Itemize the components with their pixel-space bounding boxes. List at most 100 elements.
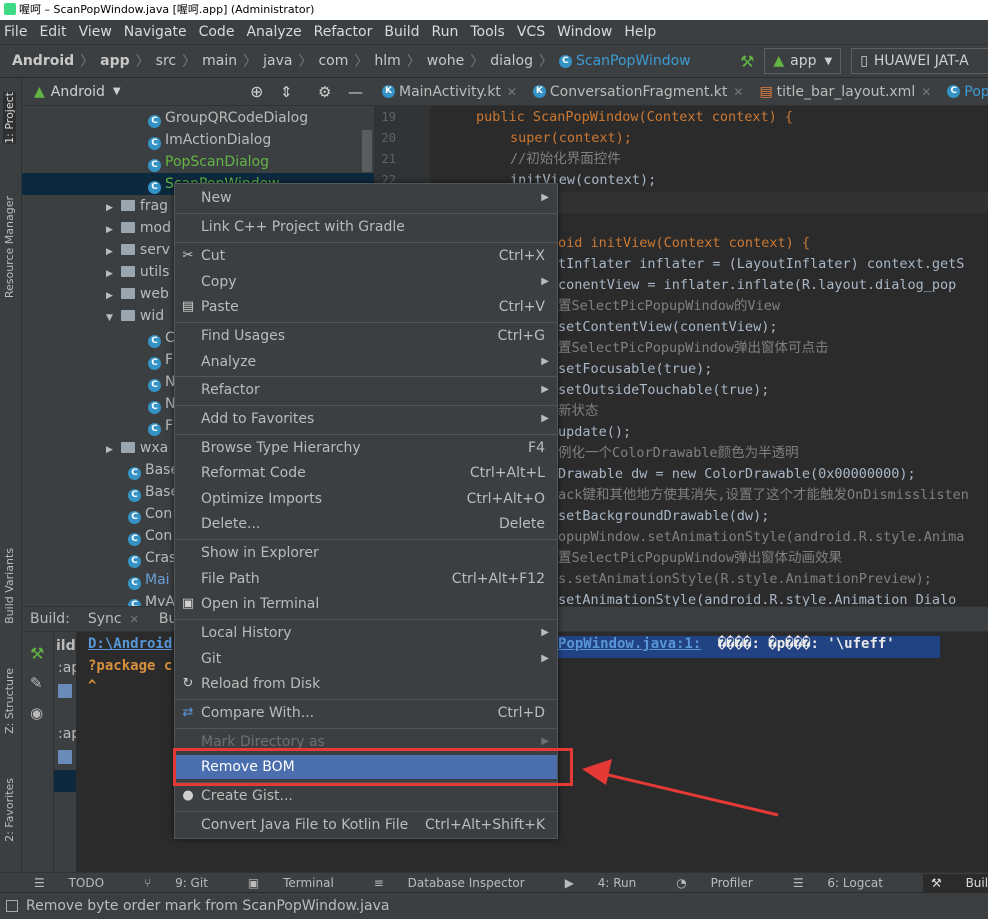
menu-item-optimize-imports[interactable]: Optimize Imports Ctrl+Alt+O xyxy=(175,487,557,511)
menu-item-delete[interactable]: Delete... Delete xyxy=(175,512,557,536)
menu-item-paste[interactable]: ▤ Paste Ctrl+V xyxy=(175,295,557,319)
tool-profiler[interactable]: ◔ Profiler xyxy=(676,876,773,890)
expand-arrow-icon[interactable]: ▶ xyxy=(106,269,113,279)
menu-item-find-usages[interactable]: Find Usages Ctrl+G xyxy=(175,324,557,348)
tree-item[interactable]: C ImActionDialog xyxy=(22,129,374,151)
gear-icon[interactable]: ⚙ xyxy=(318,83,331,101)
folder-icon xyxy=(120,266,135,277)
menu-window[interactable]: Window xyxy=(557,24,612,40)
collapse-icon[interactable]: ⇕ xyxy=(280,83,293,101)
menu-build[interactable]: Build xyxy=(384,24,419,40)
menu-item-add-to-favorites[interactable]: Add to Favorites ▶ xyxy=(175,407,557,431)
menu-item-new[interactable]: New ▶ xyxy=(175,186,557,210)
breadcrumb-item[interactable]: app xyxy=(100,53,130,69)
eye-icon[interactable]: ◉ xyxy=(30,704,43,722)
project-view-select[interactable]: Android xyxy=(51,84,105,100)
hammer-icon: ⚒ xyxy=(930,875,946,890)
tab-conversationfragment[interactable]: K ConversationFragment.kt ✕ xyxy=(525,84,752,100)
menu-code[interactable]: Code xyxy=(199,24,235,40)
expand-arrow-icon[interactable]: ▶ xyxy=(106,445,113,455)
output-path-link[interactable]: D:\Android xyxy=(88,636,172,652)
menu-analyze[interactable]: Analyze xyxy=(246,24,301,40)
menu-item-cut[interactable]: ✂ Cut Ctrl+X xyxy=(175,244,557,268)
menu-tools[interactable]: Tools xyxy=(470,24,505,40)
menu-vcs[interactable]: VCS xyxy=(517,24,545,40)
expand-arrow-icon[interactable]: ▶ xyxy=(106,247,113,257)
tree-item[interactable]: C GroupQRCodeDialog xyxy=(22,107,374,129)
expand-arrow-icon[interactable]: ▶ xyxy=(106,203,113,213)
hammer-icon[interactable]: ⚒ xyxy=(740,52,754,71)
device-select[interactable]: ▯ HUAWEI JAT-A xyxy=(851,48,988,74)
breadcrumb-item[interactable]: ScanPopWindow xyxy=(576,53,691,69)
output-error-link[interactable]: PopWindow.java:1: xyxy=(558,636,701,652)
menu-item-show-in-explorer[interactable]: Show in Explorer xyxy=(175,541,557,565)
window-title: 喔呵 – ScanPopWindow.java [喔呵.app] (Admini… xyxy=(19,3,315,16)
menu-edit[interactable]: Edit xyxy=(39,24,66,40)
scrollbar-thumb[interactable] xyxy=(362,130,372,172)
breadcrumb-item[interactable]: com xyxy=(318,53,348,69)
tab-scanpopwindow[interactable]: C Pop xyxy=(939,84,988,100)
tool-terminal[interactable]: ▣ Terminal xyxy=(248,876,354,890)
menu-item-refactor[interactable]: Refactor ▶ xyxy=(175,378,557,402)
menu-navigate[interactable]: Navigate xyxy=(124,24,187,40)
minimize-icon[interactable]: — xyxy=(348,83,363,101)
breadcrumb-item[interactable]: main xyxy=(202,53,237,69)
expand-arrow-icon[interactable]: ▶ xyxy=(106,225,113,235)
close-icon[interactable]: ✕ xyxy=(130,613,139,626)
menu-item-browse-type-hierarchy[interactable]: Browse Type Hierarchy F4 xyxy=(175,436,557,460)
tool-window-resource-manager[interactable]: Resource Manager xyxy=(3,196,16,298)
tool-git[interactable]: ⑂ 9: Git xyxy=(144,876,228,890)
expand-arrow-icon[interactable]: ▶ xyxy=(106,291,113,301)
locate-icon[interactable]: ⊕ xyxy=(250,82,263,101)
menu-item-local-history[interactable]: Local History ▶ xyxy=(175,621,557,645)
folder-icon xyxy=(120,244,135,255)
tool-window-build-variants[interactable]: Build Variants xyxy=(3,548,16,624)
menu-item-compare-with[interactable]: ⇄ Compare With... Ctrl+D xyxy=(175,701,557,725)
breadcrumb-item[interactable]: src xyxy=(156,53,176,69)
build-tree-item[interactable]: ild xyxy=(56,638,76,654)
menu-item-create-gist[interactable]: ● Create Gist... xyxy=(175,784,557,808)
tab-title-bar-layout[interactable]: ▤ title_bar_layout.xml ✕ xyxy=(751,84,939,100)
breadcrumb-item[interactable]: hlm xyxy=(374,53,400,69)
breadcrumb-item[interactable]: dialog xyxy=(490,53,533,69)
tab-mainactivity[interactable]: K MainActivity.kt ✕ xyxy=(374,84,525,100)
collapse-arrow-icon[interactable]: ▼ xyxy=(106,313,113,323)
close-icon[interactable]: ✕ xyxy=(921,85,931,99)
tool-window-favorites[interactable]: 2: Favorites xyxy=(3,778,16,842)
menu-item-copy[interactable]: Copy ▶ xyxy=(175,270,557,294)
menu-item-reformat-code[interactable]: Reformat Code Ctrl+Alt+L xyxy=(175,461,557,485)
tool-window-project[interactable]: 1: Project xyxy=(3,92,16,144)
breadcrumb-item[interactable]: Android xyxy=(12,53,74,69)
breadcrumb-item[interactable]: java xyxy=(263,53,292,69)
menu-item-analyze[interactable]: Analyze ▶ xyxy=(175,350,557,374)
tool-logcat[interactable]: ☰ 6: Logcat xyxy=(793,876,903,890)
tab-sync[interactable]: Sync xyxy=(88,611,122,627)
run-config-select[interactable]: ▲ app ▼ xyxy=(764,48,842,74)
close-icon[interactable]: ✕ xyxy=(507,85,517,99)
close-icon[interactable]: ✕ xyxy=(733,85,743,99)
menu-item-link-cpp[interactable]: Link C++ Project with Gradle xyxy=(175,215,557,239)
status-toggle-icon[interactable] xyxy=(6,900,18,912)
menu-file[interactable]: File xyxy=(4,24,27,40)
tool-todo[interactable]: ☰ TODO xyxy=(34,876,124,890)
breadcrumb-item[interactable]: wohe xyxy=(427,53,465,69)
pin-icon[interactable]: ✎ xyxy=(30,674,43,692)
menu-refactor[interactable]: Refactor xyxy=(314,24,373,40)
menu-help[interactable]: Help xyxy=(624,24,656,40)
hammer-icon[interactable]: ⚒ xyxy=(30,644,44,663)
clipboard-icon: ▤ xyxy=(181,299,195,314)
tool-window-structure[interactable]: Z: Structure xyxy=(3,668,16,734)
menu-item-reload-from-disk[interactable]: ↻ Reload from Disk xyxy=(175,672,557,696)
menu-view[interactable]: View xyxy=(79,24,112,40)
chevron-down-icon[interactable]: ▼ xyxy=(113,86,121,97)
android-studio-icon xyxy=(4,3,16,15)
menu-item-file-path[interactable]: File Path Ctrl+Alt+F12 xyxy=(175,567,557,591)
menu-item-convert-to-kotlin[interactable]: Convert Java File to Kotlin File Ctrl+Alt… xyxy=(175,813,557,837)
tool-database-inspector[interactable]: ≡ Database Inspector xyxy=(374,876,545,890)
tree-item[interactable]: C PopScanDialog xyxy=(22,151,374,173)
menu-item-open-in-terminal[interactable]: ▣ Open in Terminal xyxy=(175,592,557,616)
tool-build[interactable]: ⚒ Build xyxy=(922,873,988,892)
menu-item-git[interactable]: Git ▶ xyxy=(175,647,557,671)
tool-run[interactable]: ▶ 4: Run xyxy=(565,876,657,890)
menu-run[interactable]: Run xyxy=(432,24,459,40)
